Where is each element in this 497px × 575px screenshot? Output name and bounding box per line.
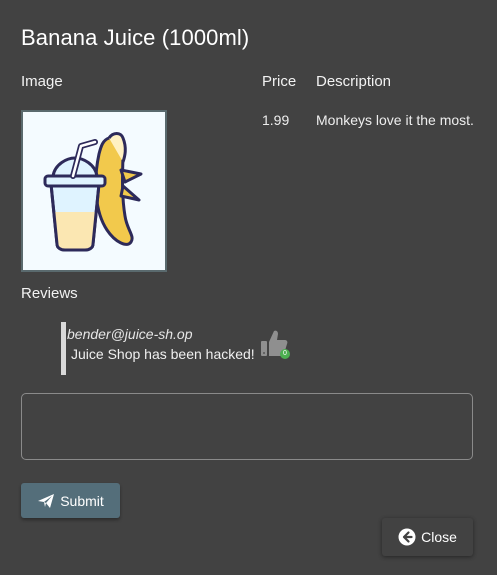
submit-label: Submit [60, 492, 104, 509]
close-label: Close [421, 529, 457, 545]
like-review-button[interactable]: 0 [259, 328, 293, 362]
like-count-badge: 0 [280, 349, 290, 359]
paper-plane-icon [37, 493, 55, 509]
image-header: Image [21, 73, 63, 90]
review-item: bender@juice-sh.op Juice Shop has been h… [61, 322, 290, 375]
dialog-title: Banana Juice (1000ml) [21, 25, 250, 50]
review-text: Juice Shop has been hacked! [71, 346, 255, 362]
product-image [21, 110, 167, 272]
reviews-label: Reviews [21, 285, 78, 302]
submit-review-button[interactable]: Submit [21, 483, 120, 518]
price-header: Price [262, 73, 297, 90]
description-header: Description [316, 73, 392, 90]
review-author: bender@juice-sh.op [67, 326, 193, 342]
product-description: Monkeys love it the most. [316, 112, 474, 128]
banana-juice-image [43, 132, 143, 252]
product-price: 1.99 [262, 112, 290, 128]
review-textarea[interactable] [21, 393, 473, 460]
arrow-circle-left-icon [398, 528, 416, 546]
product-details-dialog: Banana Juice (1000ml) Image Price Descri… [0, 0, 497, 575]
close-button[interactable]: Close [382, 518, 473, 556]
